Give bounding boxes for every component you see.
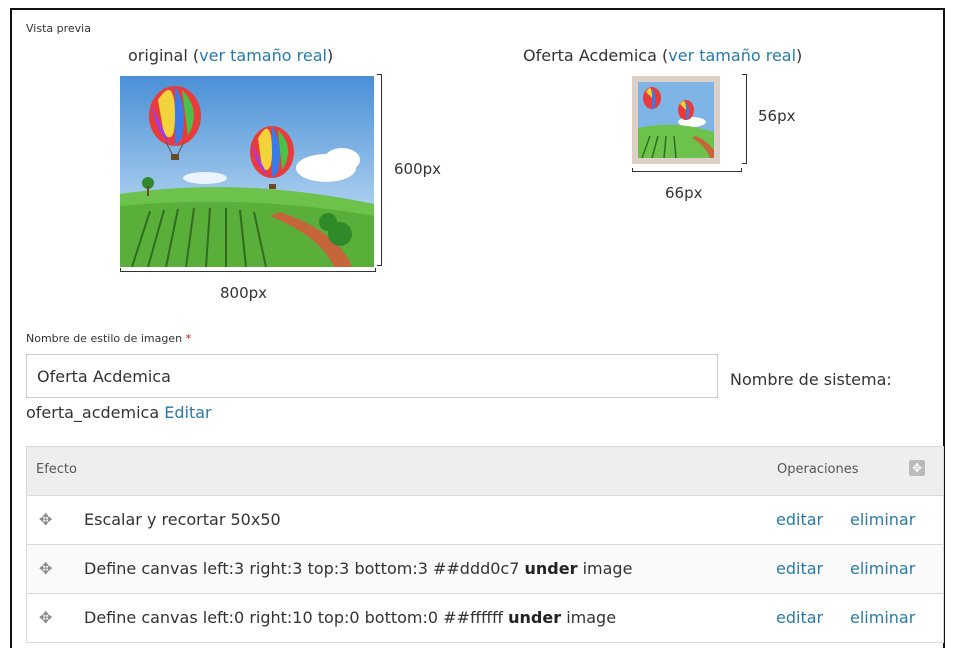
style-name-label: Nombre de estilo de imagen *: [26, 332, 191, 345]
derivative-view-actual-size-link[interactable]: ver tamaño real: [668, 46, 796, 65]
effect-text-bold: under: [524, 559, 578, 578]
balloons-thumbnail-image: [632, 76, 720, 164]
derivative-label: Oferta Acdemica: [523, 46, 657, 65]
original-label: original: [128, 46, 188, 65]
effect-text-main: Define canvas left:0 right:10 top:0 bott…: [84, 608, 509, 627]
style-name-label-text: Nombre de estilo de imagen: [26, 332, 183, 345]
effect-description: Define canvas left:0 right:10 top:0 bott…: [84, 608, 616, 627]
preview-section-label: Vista previa: [26, 22, 91, 35]
effect-description: Escalar y recortar 50x50: [84, 510, 281, 529]
edit-effect-link[interactable]: editar: [776, 559, 823, 578]
move-icon[interactable]: ✥: [909, 460, 925, 476]
delete-effect-link[interactable]: eliminar: [850, 510, 915, 529]
required-marker: *: [185, 332, 192, 345]
style-name-input[interactable]: [26, 354, 718, 398]
derivative-width-bracket: [632, 168, 742, 172]
derivative-height-label: 56px: [758, 107, 796, 125]
column-header-effect: Efecto: [36, 462, 77, 477]
original-height-label: 600px: [394, 160, 442, 178]
edit-effect-link[interactable]: editar: [776, 510, 823, 529]
machine-name-edit-link[interactable]: Editar: [164, 403, 211, 422]
derivative-width-label: 66px: [665, 184, 703, 202]
effect-text-tail: image: [561, 608, 617, 627]
drag-handle-icon[interactable]: ✥: [39, 510, 52, 529]
derivative-preview-title: Oferta Acdemica (ver tamaño real): [523, 46, 802, 65]
machine-name-value: oferta_acdemica: [26, 403, 160, 422]
effects-table-header: Efecto Operaciones ✥: [27, 447, 943, 496]
derivative-close-paren: ): [796, 46, 803, 65]
original-preview-title: original (ver tamaño real): [128, 46, 333, 65]
drag-handle-icon[interactable]: ✥: [39, 559, 52, 578]
drag-handle-icon[interactable]: ✥: [39, 608, 52, 627]
delete-effect-link[interactable]: eliminar: [850, 559, 915, 578]
original-view-actual-size-link[interactable]: ver tamaño real: [199, 46, 327, 65]
original-close-paren: ): [326, 46, 334, 65]
original-height-bracket: [377, 74, 382, 266]
machine-name-row: oferta_acdemica Editar: [26, 403, 212, 422]
edit-effect-link[interactable]: editar: [776, 608, 823, 627]
effect-description: Define canvas left:3 right:3 top:3 botto…: [84, 559, 632, 578]
delete-effect-link[interactable]: eliminar: [850, 608, 915, 627]
effect-text-main: Escalar y recortar 50x50: [84, 510, 281, 529]
original-width-bracket: [120, 268, 376, 272]
table-row: ✥ Define canvas left:0 right:10 top:0 bo…: [27, 594, 943, 643]
image-style-form: Vista previa original (ver tamaño real): [10, 8, 945, 648]
effect-text-bold: under: [508, 608, 562, 627]
balloons-landscape-image: [120, 76, 374, 267]
effect-text-main: Define canvas left:3 right:3 top:3 botto…: [84, 559, 525, 578]
derivative-preview-image[interactable]: [632, 76, 720, 164]
effects-table: Efecto Operaciones ✥ ✥ Escalar y recorta…: [26, 446, 944, 643]
table-row: ✥ Escalar y recortar 50x50 editar elimin…: [27, 496, 943, 545]
table-row: ✥ Define canvas left:3 right:3 top:3 bot…: [27, 545, 943, 594]
derivative-height-bracket: [742, 74, 747, 164]
effect-text-tail: image: [577, 559, 633, 578]
column-header-operations: Operaciones: [777, 462, 859, 477]
machine-name-label: Nombre de sistema:: [730, 370, 892, 389]
original-preview-image[interactable]: [120, 76, 374, 267]
original-width-label: 800px: [220, 284, 268, 302]
